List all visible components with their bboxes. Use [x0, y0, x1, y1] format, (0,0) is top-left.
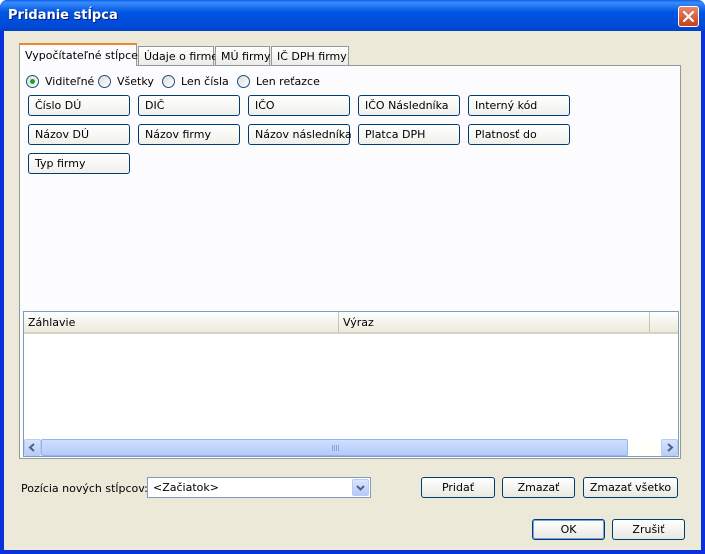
horizontal-scrollbar[interactable]: [24, 439, 678, 456]
tab-label: Údaje o firme: [144, 50, 219, 63]
tab-company-data[interactable]: Údaje o firme: [138, 46, 218, 65]
chevron-down-icon: [356, 485, 365, 491]
add-button[interactable]: Pridať: [421, 477, 495, 498]
scroll-left-button[interactable]: [24, 439, 41, 456]
dialog-client-area: Vypočítateľné stĺpce Údaje o firme MÚ fi…: [4, 31, 701, 550]
close-icon: [683, 11, 694, 22]
column-chip[interactable]: Názov DÚ: [28, 124, 130, 145]
radio-button[interactable]: [237, 75, 250, 88]
grid-header: Záhlavie Výraz Po: [24, 312, 678, 334]
close-button[interactable]: [678, 6, 699, 27]
column-chip[interactable]: Interný kód: [468, 95, 570, 116]
title-bar[interactable]: Pridanie stĺpca: [0, 0, 705, 31]
tab-mu-firmy[interactable]: MÚ firmy: [215, 46, 271, 65]
window-title: Pridanie stĺpca: [8, 8, 118, 23]
column-chip[interactable]: DIČ: [138, 95, 240, 116]
chevron-right-icon: [667, 443, 674, 452]
ok-button[interactable]: OK: [532, 519, 605, 540]
position-select[interactable]: <Začiatok>: [147, 477, 371, 498]
radio-button[interactable]: [162, 75, 175, 88]
column-chip[interactable]: Typ firmy: [28, 153, 130, 174]
position-select-value: <Začiatok>: [153, 481, 219, 494]
column-chip[interactable]: Názov firmy: [138, 124, 240, 145]
filter-numbers-only[interactable]: Len čísla: [162, 74, 232, 90]
filter-strings-only[interactable]: Len reťazce: [237, 74, 327, 90]
chevron-left-icon: [28, 443, 35, 452]
radio-label: Len reťazce: [256, 75, 320, 88]
scroll-thumb[interactable]: [41, 439, 628, 456]
column-chip[interactable]: Názov následníka: [248, 124, 352, 145]
radio-label: Len čísla: [181, 75, 229, 88]
tab-label: Vypočítateľné stĺpce: [25, 49, 138, 62]
position-label: Pozícia nových stĺpcov:: [21, 482, 148, 495]
cancel-button[interactable]: Zrušiť: [612, 519, 685, 540]
tab-calculated-columns[interactable]: Vypočítateľné stĺpce: [19, 43, 138, 66]
filter-visible[interactable]: Viditeľné: [26, 74, 95, 90]
radio-button[interactable]: [98, 75, 111, 88]
tab-label: IČ DPH firmy: [277, 50, 347, 63]
dialog-window: Pridanie stĺpca Vypočítateľné stĺpce Úda…: [0, 0, 705, 554]
radio-button[interactable]: [26, 75, 39, 88]
dropdown-button[interactable]: [352, 479, 369, 496]
column-chip[interactable]: IČO Následníka: [358, 95, 460, 116]
grip-icon: [332, 445, 340, 451]
columns-grid[interactable]: Záhlavie Výraz Po: [23, 311, 679, 457]
column-header-expression[interactable]: Výraz: [339, 312, 650, 332]
column-chip[interactable]: Číslo DÚ: [28, 95, 130, 116]
column-chip[interactable]: Platca DPH: [358, 124, 460, 145]
delete-button[interactable]: Zmazať: [502, 477, 575, 498]
radio-label: Všetky: [117, 75, 154, 88]
column-chip[interactable]: IČO: [248, 95, 350, 116]
column-chip[interactable]: Platnosť do: [468, 124, 570, 145]
column-header-caption[interactable]: Záhlavie: [24, 312, 339, 332]
delete-all-button[interactable]: Zmazať všetko: [583, 477, 678, 498]
tab-ic-dph-firmy[interactable]: IČ DPH firmy: [271, 46, 349, 65]
tab-label: MÚ firmy: [221, 50, 271, 63]
filter-all[interactable]: Všetky: [98, 74, 158, 90]
radio-label: Viditeľné: [45, 75, 95, 88]
tab-panel: Viditeľné Všetky Len čísla Len reťazce Č…: [19, 65, 681, 459]
scroll-right-button[interactable]: [661, 439, 678, 456]
column-header-third[interactable]: Po: [650, 312, 678, 332]
